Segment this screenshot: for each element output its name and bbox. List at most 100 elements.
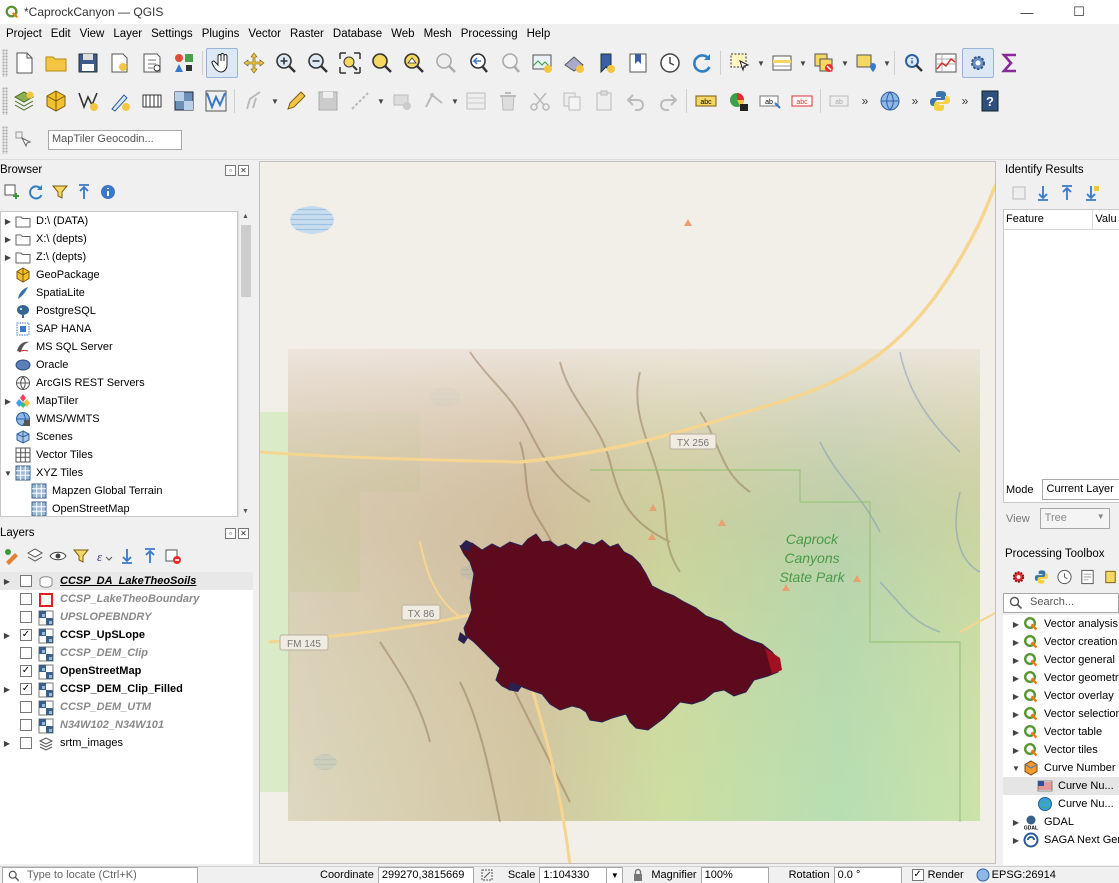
statistical-summary-button[interactable] — [994, 48, 1026, 78]
expand-arrow-icon[interactable]: ▼ — [1009, 764, 1023, 773]
view-select[interactable]: Tree ▼ — [1039, 508, 1110, 529]
attribute-table-button[interactable] — [930, 48, 962, 78]
browser-item[interactable]: Vector Tiles — [1, 446, 237, 464]
browser-item[interactable]: GeoPackage — [1, 266, 237, 284]
digitize-dropdown-arrow[interactable]: ▼ — [376, 86, 386, 116]
save-project-button[interactable] — [72, 48, 104, 78]
print-layout-button[interactable] — [136, 48, 168, 78]
vertex-tool-button[interactable] — [418, 86, 450, 116]
locator-search-input[interactable]: Type to locate (Ctrl+K) — [2, 866, 198, 883]
new-virtual-layer-button[interactable] — [136, 86, 168, 116]
label-tools-button[interactable]: ab — [824, 86, 856, 116]
toolbar-overflow-chevron[interactable]: » — [856, 94, 874, 108]
new-map-view-button[interactable] — [526, 48, 558, 78]
float-panel-button[interactable]: ▫ — [225, 164, 236, 176]
style-panel-icon[interactable] — [3, 547, 21, 565]
toolbox-item[interactable]: ▼ Curve Number — [1003, 759, 1119, 777]
expand-arrow-icon[interactable]: ▶ — [1, 253, 15, 262]
expand-arrow-icon[interactable]: ▶ — [1009, 620, 1023, 629]
menu-web[interactable]: Web — [385, 28, 417, 40]
digitize-line-button[interactable] — [344, 86, 376, 116]
add-vector-button[interactable] — [200, 86, 232, 116]
collapse-all-icon[interactable] — [75, 183, 93, 201]
menu-processing[interactable]: Processing — [455, 28, 521, 40]
pan-map-button[interactable] — [206, 48, 238, 78]
zoom-out-button[interactable] — [302, 48, 334, 78]
add-feature-button[interactable] — [386, 86, 418, 116]
zoom-to-layer-button[interactable] — [398, 48, 430, 78]
processing-toolbox-button[interactable] — [962, 48, 994, 78]
browser-item[interactable]: ▶ X:\ (depts) — [1, 230, 237, 248]
redo-button[interactable] — [652, 86, 684, 116]
expand-arrow-icon[interactable]: ▶ — [1009, 836, 1023, 845]
toolbox-item[interactable]: ▶ Vector general — [1003, 651, 1119, 669]
identify-features-button[interactable] — [898, 48, 930, 78]
chevron-down-icon[interactable]: ▼ — [607, 866, 624, 883]
select-dropdown-arrow[interactable]: ▼ — [756, 48, 766, 78]
layer-item[interactable]: ▶ ✓ CCSP_UpSLope — [0, 626, 253, 644]
edit-features-icon[interactable] — [1102, 568, 1119, 586]
toolbox-item[interactable]: ▶ Vector analysis — [1003, 615, 1119, 633]
browser-item[interactable]: SAP HANA — [1, 320, 237, 338]
select-location-dropdown-arrow[interactable]: ▼ — [882, 48, 892, 78]
python-console-button[interactable] — [924, 86, 956, 116]
expand-arrow-icon[interactable]: ▶ — [1009, 638, 1023, 647]
save-layer-edits-button[interactable] — [312, 86, 344, 116]
expand-arrow-icon[interactable]: ▶ — [1, 235, 15, 244]
browser-scroll-thumb[interactable] — [241, 225, 251, 297]
expand-arrow-icon[interactable]: ▶ — [1009, 818, 1023, 827]
layer-visibility-checkbox[interactable] — [20, 575, 32, 587]
toolbar-overflow-chevron[interactable]: » — [906, 94, 924, 108]
layer-item[interactable]: CCSP_LakeTheoBoundary — [0, 590, 253, 608]
layer-item[interactable]: ▶ srtm_images — [0, 734, 253, 752]
expand-all-icon[interactable] — [118, 547, 136, 565]
add-group-icon[interactable] — [26, 547, 44, 565]
browser-item[interactable]: OpenStreetMap — [1, 500, 237, 516]
toolbox-item[interactable]: ▶ Vector creation — [1003, 633, 1119, 651]
zoom-full-button[interactable] — [334, 48, 366, 78]
expand-arrow-icon[interactable]: ▶ — [1, 217, 15, 226]
select-by-value-button[interactable] — [766, 48, 798, 78]
highlight-pinned-labels-button[interactable]: ab — [754, 86, 786, 116]
new-3d-view-button[interactable] — [558, 48, 590, 78]
browser-item[interactable]: ▶ MapTiler — [1, 392, 237, 410]
browser-item[interactable]: Oracle — [1, 356, 237, 374]
magnifier-field[interactable]: 100% — [700, 866, 769, 883]
toolbox-item[interactable]: ▶ Vector selection — [1003, 705, 1119, 723]
browser-item[interactable]: WMS/WMTS — [1, 410, 237, 428]
cut-features-button[interactable] — [524, 86, 556, 116]
browser-item[interactable]: MS SQL Server — [1, 338, 237, 356]
select-value-dropdown-arrow[interactable]: ▼ — [798, 48, 808, 78]
new-shapefile-layer-button[interactable] — [72, 86, 104, 116]
layer-item[interactable]: ▶ CCSP_DA_LakeTheoSoils — [0, 572, 253, 590]
temporal-controller-button[interactable] — [654, 48, 686, 78]
refresh-button[interactable] — [686, 48, 718, 78]
maximize-button[interactable]: ☐ — [1056, 0, 1102, 24]
paste-features-button[interactable] — [588, 86, 620, 116]
toolbox-item[interactable]: Curve Nu... — [1003, 777, 1119, 795]
layer-item[interactable]: ✓ OpenStreetMap — [0, 662, 253, 680]
eye-icon[interactable] — [49, 547, 67, 565]
delete-selected-button[interactable] — [492, 86, 524, 116]
close-panel-button[interactable]: ✕ — [238, 527, 249, 539]
expand-arrow-icon[interactable]: ▶ — [1009, 674, 1023, 683]
render-checkbox[interactable]: ✓ — [911, 869, 924, 881]
map-render[interactable]: TX 256 TX 86 FM 145 Caprock Canyons Stat… — [260, 162, 996, 864]
menu-raster[interactable]: Raster — [284, 28, 327, 40]
deselect-dropdown-arrow[interactable]: ▼ — [840, 48, 850, 78]
expand-arrow-icon[interactable]: ▶ — [1009, 746, 1023, 755]
undo-button[interactable] — [620, 86, 652, 116]
select-features-button[interactable] — [724, 48, 756, 78]
message-log-icon[interactable] — [976, 868, 990, 882]
layer-visibility-checkbox[interactable] — [20, 737, 32, 749]
filter-icon[interactable] — [51, 183, 69, 201]
menu-plugins[interactable]: Plugins — [196, 28, 243, 40]
expand-arrow-icon[interactable]: ▶ — [0, 631, 14, 640]
history-clock-icon[interactable] — [1056, 568, 1073, 586]
filter-legend-icon[interactable] — [72, 547, 90, 565]
zoom-to-selection-button[interactable] — [366, 48, 398, 78]
minimize-button[interactable]: — — [1004, 0, 1050, 24]
data-source-manager-button[interactable] — [8, 86, 40, 116]
new-temporary-layer-button[interactable] — [104, 86, 136, 116]
locator-settings-button[interactable] — [8, 125, 40, 155]
